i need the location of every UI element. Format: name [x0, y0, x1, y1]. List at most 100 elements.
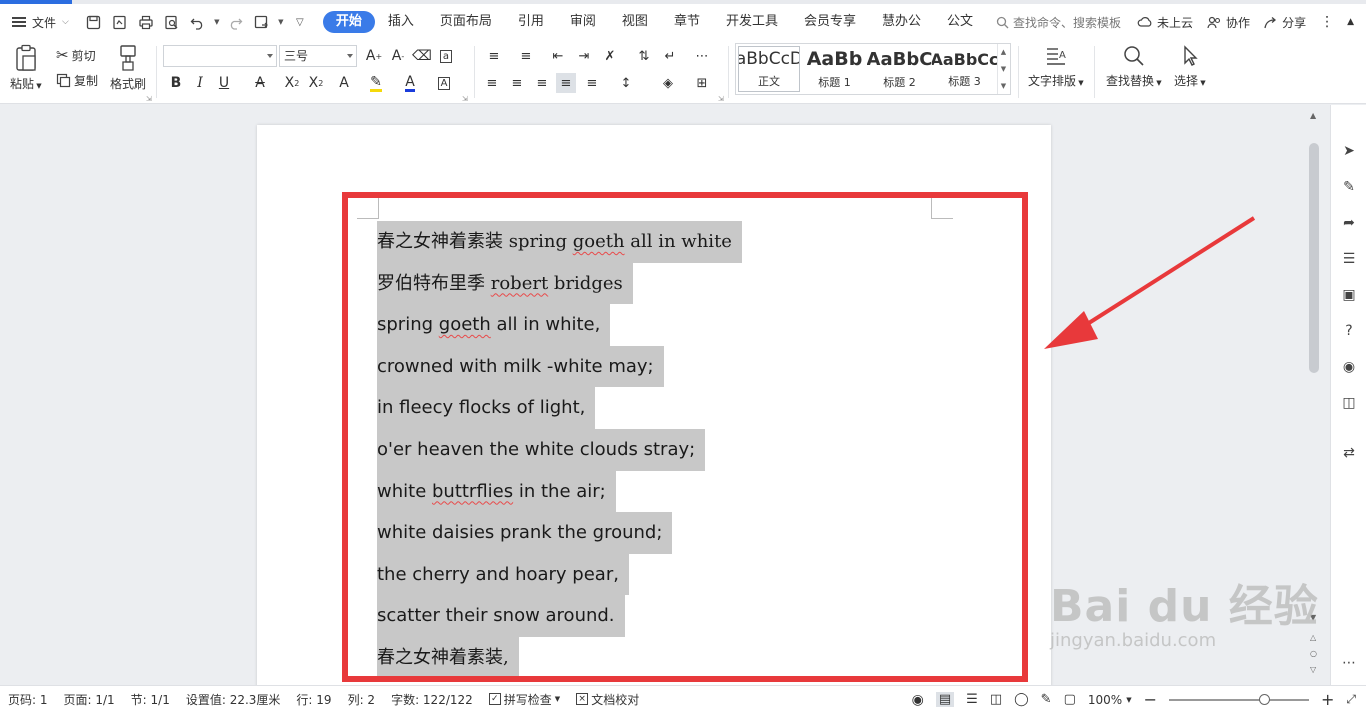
chevron-down-icon[interactable]: ▼	[277, 11, 285, 33]
tab-developer[interactable]: 开发工具	[713, 11, 791, 33]
distribute-icon[interactable]: ≡	[582, 73, 602, 93]
more-icon[interactable]: ⋯	[1339, 653, 1359, 673]
write-mode-icon[interactable]: ✎	[1041, 692, 1052, 707]
scroll-up-icon[interactable]: ▲	[1310, 111, 1316, 120]
paste-button[interactable]: 粘贴 ▼	[10, 44, 42, 92]
underline-icon[interactable]: U	[214, 73, 234, 93]
font-name-combo[interactable]	[163, 45, 277, 67]
tab-references[interactable]: 引用	[505, 11, 557, 33]
chevron-down-icon[interactable]: ▼	[1126, 696, 1131, 704]
tab-home[interactable]: 开始	[322, 11, 375, 33]
status-row[interactable]: 行: 19	[288, 691, 339, 708]
tab-section[interactable]: 章节	[661, 11, 713, 33]
clipboard-group-launcher[interactable]: ⇲	[146, 95, 152, 103]
document-line[interactable]: white daisies prank the ground;	[377, 512, 742, 554]
highlight-icon[interactable]: ✎	[366, 73, 386, 93]
share-button[interactable]: 分享	[1264, 14, 1306, 31]
document-line[interactable]: 罗伯特布里季 robert bridges	[377, 262, 742, 305]
increase-indent-icon[interactable]: ⇥	[574, 46, 594, 66]
chinese-layout-icon[interactable]: ✗	[600, 46, 620, 66]
document-line[interactable]: in fleecy flocks of light,	[377, 387, 742, 429]
status-section[interactable]: 节: 1/1	[123, 691, 178, 708]
tab-official-doc[interactable]: 公文	[934, 11, 986, 33]
copy-button[interactable]: 复制	[56, 72, 98, 89]
align-center-icon[interactable]: ≡	[507, 73, 527, 93]
zoom-slider[interactable]	[1168, 693, 1309, 705]
tab-page-layout[interactable]: 页面布局	[427, 11, 505, 33]
align-left-icon[interactable]: ≡	[482, 73, 502, 93]
expand-icon[interactable]: ▼	[1001, 82, 1006, 90]
page-view-icon[interactable]: ▤	[935, 692, 955, 707]
text-effect-icon[interactable]: A	[334, 73, 354, 93]
document-line[interactable]: spring goeth all in white,	[377, 304, 742, 346]
document-line[interactable]: the cherry and hoary pear,	[377, 553, 742, 596]
subscript-icon[interactable]: X2	[306, 73, 326, 93]
cursor-icon[interactable]: ➦	[1339, 213, 1359, 233]
font-group-launcher[interactable]: ⇲	[462, 95, 468, 103]
cut-button[interactable]: ✂ 剪切	[56, 46, 96, 64]
doc-proof-button[interactable]: × 文档校对	[568, 691, 647, 708]
style-heading-3[interactable]: AaBbCc 标题 3	[932, 44, 997, 94]
text-layout-button[interactable]: A 文字排版 ▼	[1028, 44, 1084, 89]
redo-icon[interactable]	[225, 11, 247, 33]
help-icon[interactable]: ?	[1339, 321, 1359, 341]
image-tool-icon[interactable]: ▣	[1339, 285, 1359, 305]
customize-toolbar-icon[interactable]: ▽	[289, 11, 311, 33]
rocket-icon[interactable]: ➤	[1339, 141, 1359, 161]
superscript-icon[interactable]: X2	[282, 73, 302, 93]
document-line[interactable]: 春之女神着素装,	[377, 636, 742, 679]
char-border-icon[interactable]: a	[436, 46, 456, 66]
sliders-icon[interactable]: ☰	[1339, 249, 1359, 269]
sort-icon[interactable]: ⇅	[634, 46, 654, 66]
char-shading-icon[interactable]: A	[434, 73, 454, 93]
italic-icon[interactable]: I	[190, 73, 210, 93]
tab-insert[interactable]: 插入	[375, 11, 427, 33]
zoom-out-icon[interactable]: −	[1144, 690, 1157, 709]
prev-page-icon[interactable]: △	[1310, 633, 1316, 642]
document-line[interactable]: white buttrflies in the air;	[377, 470, 742, 513]
vertical-scrollbar[interactable]: ▲ ▼ △ ○ ▽	[1306, 105, 1322, 685]
strikethrough-icon[interactable]: A	[250, 73, 270, 93]
align-right-icon[interactable]: ≡	[532, 73, 552, 93]
decrease-indent-icon[interactable]: ⇤	[548, 46, 568, 66]
status-setting[interactable]: 设置值: 22.3厘米	[178, 691, 289, 708]
next-page-icon[interactable]: ▽	[1310, 665, 1316, 674]
font-size-combo[interactable]: 三号	[279, 45, 357, 67]
status-page-code[interactable]: 页码: 1	[0, 691, 56, 708]
show-marks-icon[interactable]: ⋯	[692, 46, 712, 66]
borders-icon[interactable]: ⊞	[692, 73, 712, 93]
eye-protect-icon[interactable]: ◉	[912, 692, 924, 708]
location-icon[interactable]: ◉	[1339, 357, 1359, 377]
export-pdf-icon[interactable]	[109, 11, 131, 33]
collaborate-button[interactable]: 协作	[1207, 14, 1250, 31]
styles-scroll[interactable]: ▲ ▼ ▼	[997, 44, 1009, 94]
numbered-list-icon[interactable]: ≡	[516, 46, 536, 66]
print-icon[interactable]	[135, 11, 157, 33]
cloud-status-button[interactable]: 未上云	[1137, 14, 1193, 31]
scroll-thumb[interactable]	[1309, 143, 1319, 373]
line-break-icon[interactable]: ↵	[660, 46, 680, 66]
outline-view-icon[interactable]: ☰	[966, 692, 978, 707]
fullscreen-icon[interactable]: ⤢	[1346, 692, 1356, 707]
status-word-count[interactable]: 字数: 122/122	[383, 691, 481, 708]
tab-review[interactable]: 审阅	[557, 11, 609, 33]
web-view-icon[interactable]: ◯	[1014, 692, 1029, 707]
reading-view-icon[interactable]: ◫	[990, 692, 1002, 707]
command-search[interactable]: 查找命令、搜索模板	[996, 14, 1121, 31]
shrink-font-icon[interactable]: A-	[388, 46, 408, 66]
format-painter-button[interactable]: 格式刷	[110, 44, 146, 92]
bold-icon[interactable]: B	[166, 73, 186, 93]
document-text[interactable]: 春之女神着素装 spring goeth all in white 罗伯特布里季 …	[377, 221, 742, 679]
file-menu-button[interactable]: 文件 ⌵	[0, 4, 79, 40]
undo-icon[interactable]	[187, 11, 209, 33]
zoom-in-icon[interactable]: +	[1321, 690, 1334, 709]
status-col[interactable]: 列: 2	[340, 691, 384, 708]
status-page[interactable]: 页面: 1/1	[56, 691, 123, 708]
more-menu-icon[interactable]: ⋮	[1320, 14, 1334, 30]
select-browse-object-icon[interactable]: ○	[1310, 649, 1317, 658]
document-line[interactable]: crowned with milk -white may;	[377, 345, 742, 388]
print-preview-icon[interactable]	[161, 11, 183, 33]
style-normal[interactable]: AaBbCcDd 正文	[738, 46, 800, 92]
document-line[interactable]: o'er heaven the white clouds stray;	[377, 428, 742, 471]
spell-check-button[interactable]: ✓ 拼写检查 ▼	[481, 691, 568, 708]
